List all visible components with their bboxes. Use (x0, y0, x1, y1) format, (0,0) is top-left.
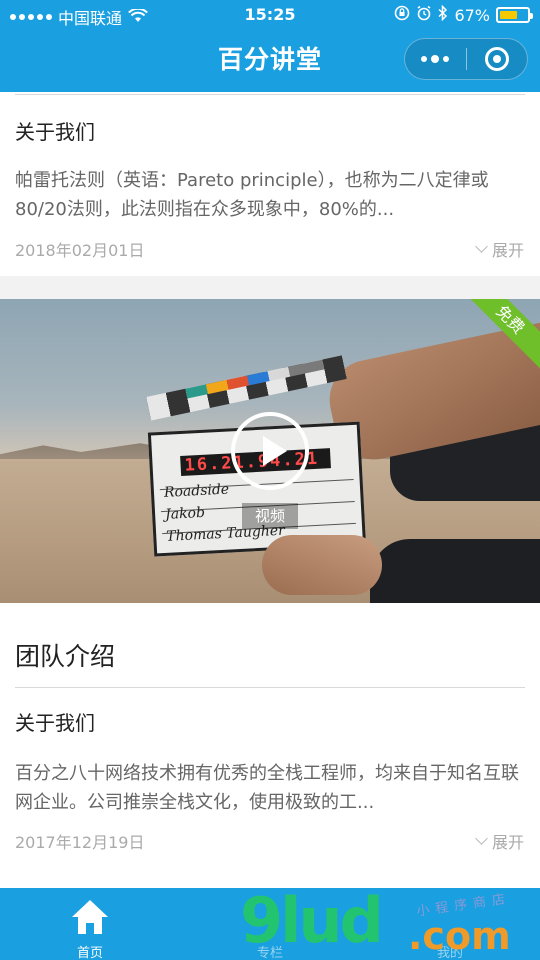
article-date: 2017年12月19日 (15, 833, 145, 852)
expand-button[interactable]: 展开 (475, 829, 524, 853)
expand-button[interactable]: 展开 (475, 237, 524, 261)
expand-label: 展开 (491, 241, 524, 260)
tab-label: 专栏 (256, 946, 283, 960)
bottom-tab-bar: 首页 专栏 我的 (0, 888, 540, 960)
top-bar: 中国联通 15:25 67% 百分讲堂 (0, 0, 540, 92)
divider (15, 94, 525, 95)
chevron-down-icon (475, 239, 488, 253)
divider (15, 687, 525, 688)
article-description[interactable]: 百分之八十网络技术拥有优秀的全栈工程师，均来自于知名互联网企业。公司推崇全栈文化… (15, 759, 525, 817)
battery-percent: 67% (454, 5, 490, 25)
mini-program-capsule (404, 38, 528, 80)
target-icon (484, 47, 509, 71)
team-section: 团队介绍 关于我们 百分之八十网络技术拥有优秀的全栈工程师，均来自于知名互联网企… (0, 603, 540, 888)
article-date: 2018年02月01日 (15, 241, 145, 260)
article-description: 帕雷托法则（英语：Pareto principle），也称为二八定律或80/20… (15, 170, 489, 220)
article-title[interactable]: 关于我们 (15, 707, 95, 736)
home-icon (70, 898, 110, 938)
article-card[interactable]: 关于我们 帕雷托法则（英语：Pareto principle），也称为二八定律或… (0, 92, 540, 276)
alarm-icon (416, 5, 432, 25)
article-title: 关于我们 (15, 120, 95, 144)
tab-label: 首页 (76, 946, 103, 960)
chevron-down-icon (475, 831, 488, 845)
more-options-button[interactable] (405, 39, 466, 79)
bluetooth-icon (438, 4, 448, 25)
tab-column[interactable]: 专栏 (180, 888, 360, 960)
slate-line: Jakob (164, 504, 206, 523)
tab-profile[interactable]: 我的 (360, 888, 540, 960)
slate-line: Roadside (163, 481, 230, 501)
battery-icon (496, 7, 533, 23)
rotation-lock-icon (394, 5, 410, 25)
tab-home[interactable]: 首页 (0, 888, 180, 960)
tab-label: 我的 (436, 946, 463, 960)
section-heading: 团队介绍 (15, 642, 116, 671)
close-mini-program-button[interactable] (466, 39, 527, 79)
expand-label: 展开 (491, 833, 524, 852)
video-label: 视频 (242, 503, 298, 529)
play-icon[interactable] (231, 412, 309, 490)
video-player[interactable]: 16.21.94.21 Roadside Jakob Thomas Taughe… (0, 299, 540, 603)
status-bar: 中国联通 15:25 67% (0, 0, 540, 30)
